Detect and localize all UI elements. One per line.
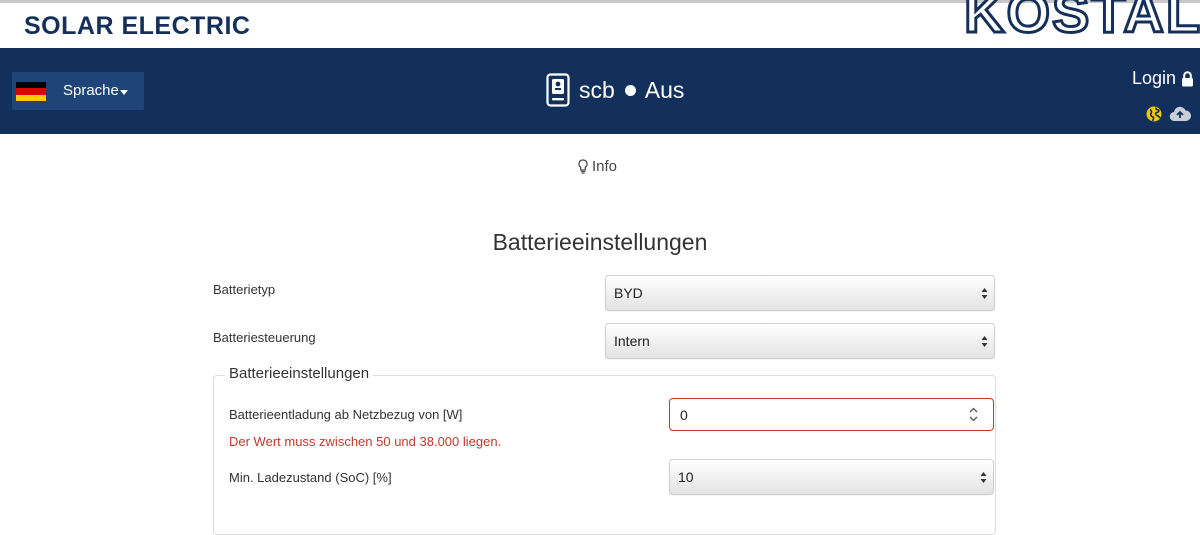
battery-control-label: Batteriesteuerung [213,330,316,345]
brand-title: SOLAR ELECTRIC [24,12,251,40]
login-label: Login [1132,68,1177,88]
min-soc-label: Min. Ladezustand (SoC) [%] [229,470,392,485]
battery-control-select[interactable]: Intern [605,323,995,359]
battery-type-select[interactable]: BYD [605,275,995,311]
globe-icon[interactable] [1146,106,1162,122]
info-label: Info [592,158,618,175]
kostal-logo: KOSTAL [964,0,1200,39]
select-updown-icon [980,472,987,483]
brand-header: SOLAR ELECTRIC KOSTAL [0,0,1200,48]
page-title: Batterieeinstellungen [492,229,708,255]
flag-germany-icon [16,82,46,101]
info-link[interactable]: Info [578,158,617,175]
discharge-threshold-label: Batterieentladung ab Netzbezug von [W] [229,407,463,422]
inverter-device-icon [546,73,570,107]
min-soc-select[interactable]: 10 [669,459,994,495]
language-dropdown-button[interactable]: Sprache [12,72,144,110]
login-link[interactable]: Login [1132,68,1194,89]
battery-type-value: BYD [614,285,643,301]
device-status: scb Aus [546,72,684,108]
battery-control-value: Intern [614,333,650,349]
discharge-threshold-input[interactable]: 0 [669,398,994,431]
select-updown-icon [981,336,988,347]
discharge-threshold-value: 0 [680,407,688,423]
battery-type-label: Batterietyp [213,282,276,297]
caret-down-icon [120,90,128,95]
battery-settings-legend: Batterieeinstellungen [225,365,374,382]
select-updown-icon [981,288,988,299]
lightbulb-icon [578,159,588,174]
top-navbar: Sprache scb Aus Login [0,48,1200,134]
status-dot [624,84,636,96]
number-spinner-icon[interactable] [969,407,978,422]
device-state: Aus [644,76,685,103]
kostal-logo-text: KOSTAL [964,0,1200,39]
min-soc-value: 10 [678,469,694,485]
discharge-threshold-error: Der Wert muss zwischen 50 und 38.000 lie… [229,434,502,449]
language-label: Sprache [63,82,119,99]
lock-icon [1182,70,1194,86]
device-name: scb [579,76,615,103]
cloud-upload-icon[interactable] [1169,105,1191,122]
